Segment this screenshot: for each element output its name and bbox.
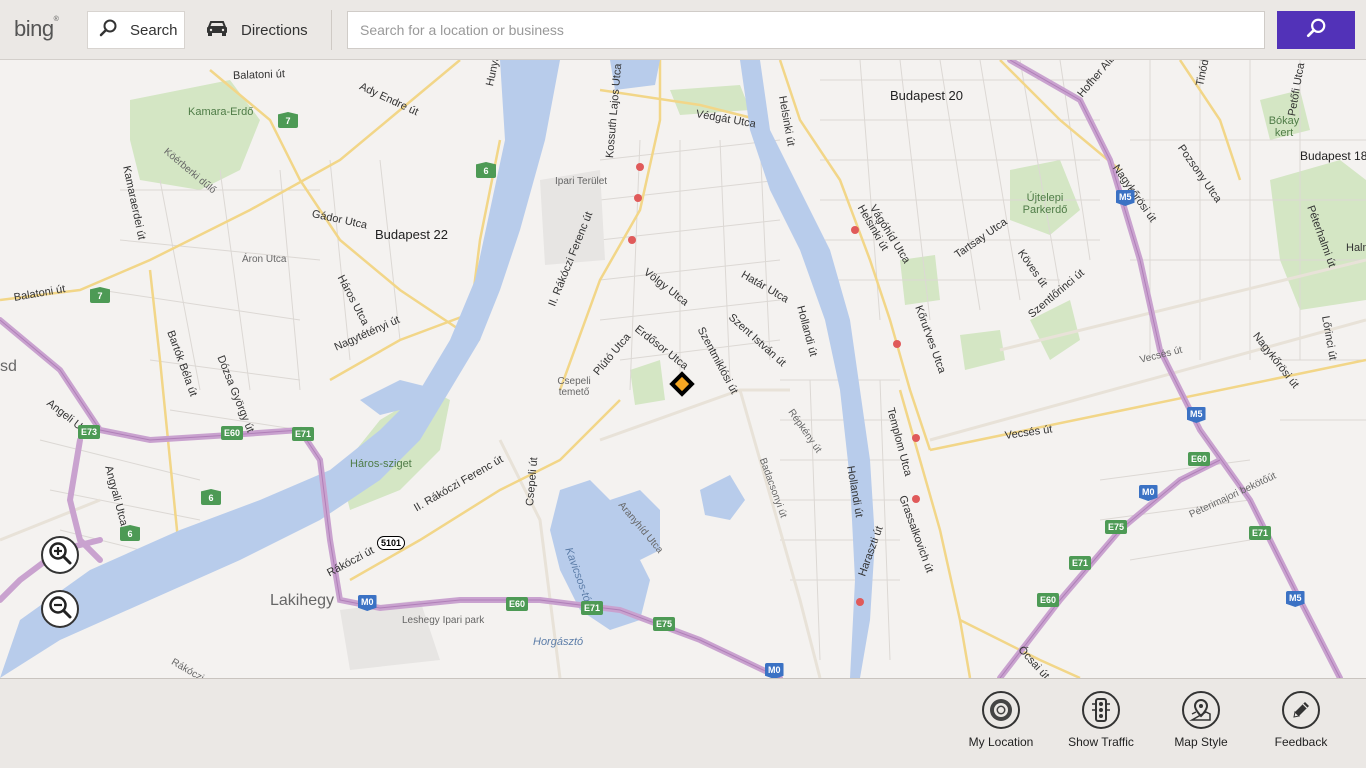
top-bar: bing® Search Directions	[0, 0, 1366, 60]
feedback-button[interactable]: Feedback	[1251, 691, 1351, 749]
map-place-label: Ipari Terület	[555, 176, 608, 187]
location-search-input[interactable]	[347, 11, 1265, 49]
zoom-in-icon	[47, 540, 73, 570]
map-district-label: Budapest 22	[375, 227, 449, 242]
road-shield: M5	[1116, 190, 1135, 206]
my-location-icon	[982, 691, 1020, 729]
search-icon	[98, 18, 118, 42]
road-shield: M5	[1187, 407, 1206, 423]
zoom-out-icon	[47, 594, 73, 624]
map-district-label: Budapest 18	[1300, 149, 1366, 163]
search-submit-button[interactable]	[1277, 11, 1355, 49]
road-shield: E60	[1037, 593, 1060, 607]
map-district-label: Lakihegy	[270, 592, 335, 609]
map-style-icon	[1182, 691, 1220, 729]
zoom-out-button[interactable]	[41, 590, 79, 628]
map-place-label: Leshegy Ipari park	[402, 615, 485, 626]
road-shield: M0	[765, 663, 784, 678]
map-label: Balatoni út	[232, 68, 286, 82]
road-shield: E60	[221, 426, 244, 440]
road-shield: 6	[201, 489, 221, 505]
map-label: Áron Utca	[242, 254, 287, 265]
map-style-button[interactable]: Map Style	[1151, 691, 1251, 749]
pencil-icon	[1282, 691, 1320, 729]
road-shield: M0	[1139, 485, 1158, 501]
map-park-label: Újtelepi Parkerdő	[1022, 192, 1068, 216]
map-park-label: Bókay kert	[1268, 115, 1300, 139]
bing-logo[interactable]: bing®	[14, 16, 59, 42]
road-shield: E60	[506, 597, 529, 611]
map-water-label: Horgásztó	[533, 636, 584, 648]
show-traffic-button[interactable]: Show Traffic	[1051, 691, 1151, 749]
location-pin-icon[interactable]	[669, 371, 695, 397]
traffic-light-icon	[1082, 691, 1120, 729]
road-shield: 5101	[377, 536, 406, 550]
map-park-label: Kamara-Erdő	[188, 106, 254, 118]
road-shield: E75	[1105, 520, 1128, 534]
road-shield: E60	[1188, 452, 1211, 466]
road-shield: E71	[1069, 556, 1092, 570]
road-shield: E71	[581, 601, 604, 615]
road-shield: 6	[476, 162, 496, 178]
map-district-label: Budapest 20	[890, 88, 964, 103]
road-shield: 6	[120, 525, 140, 541]
road-shield: E71	[1249, 526, 1272, 540]
zoom-in-button[interactable]	[41, 536, 79, 574]
map-park-label: Háros-sziget	[350, 458, 412, 470]
map-place-label: sd	[0, 358, 17, 375]
map-place-label: Halm	[1346, 242, 1366, 254]
road-shield: 7	[90, 287, 110, 303]
search-icon	[1305, 17, 1327, 43]
search-tab-label: Search	[130, 21, 178, 39]
app-bar: My Location Show Traffic Map Style Feedb…	[0, 678, 1366, 768]
directions-tab-label: Directions	[241, 21, 308, 39]
directions-tab[interactable]: Directions	[195, 11, 345, 49]
map-style-label: Map Style	[1174, 735, 1228, 749]
map-canvas[interactable]: Balatoni út Ady Endre út Kamaraerdei út …	[0, 60, 1366, 678]
my-location-label: My Location	[968, 735, 1034, 749]
toolbar-divider	[331, 10, 332, 50]
my-location-button[interactable]: My Location	[951, 691, 1051, 749]
car-icon	[205, 18, 229, 42]
road-shield: E71	[292, 427, 315, 441]
road-shield: M5	[1286, 591, 1305, 607]
map-place-label: Csepeli temető	[557, 376, 591, 398]
road-shield: E73	[78, 425, 101, 439]
road-shield: M0	[358, 595, 377, 611]
show-traffic-label: Show Traffic	[1068, 735, 1134, 749]
road-shield: 7	[278, 112, 298, 128]
search-tab[interactable]: Search	[87, 11, 185, 49]
feedback-label: Feedback	[1274, 735, 1328, 749]
road-shield: E75	[653, 617, 676, 631]
